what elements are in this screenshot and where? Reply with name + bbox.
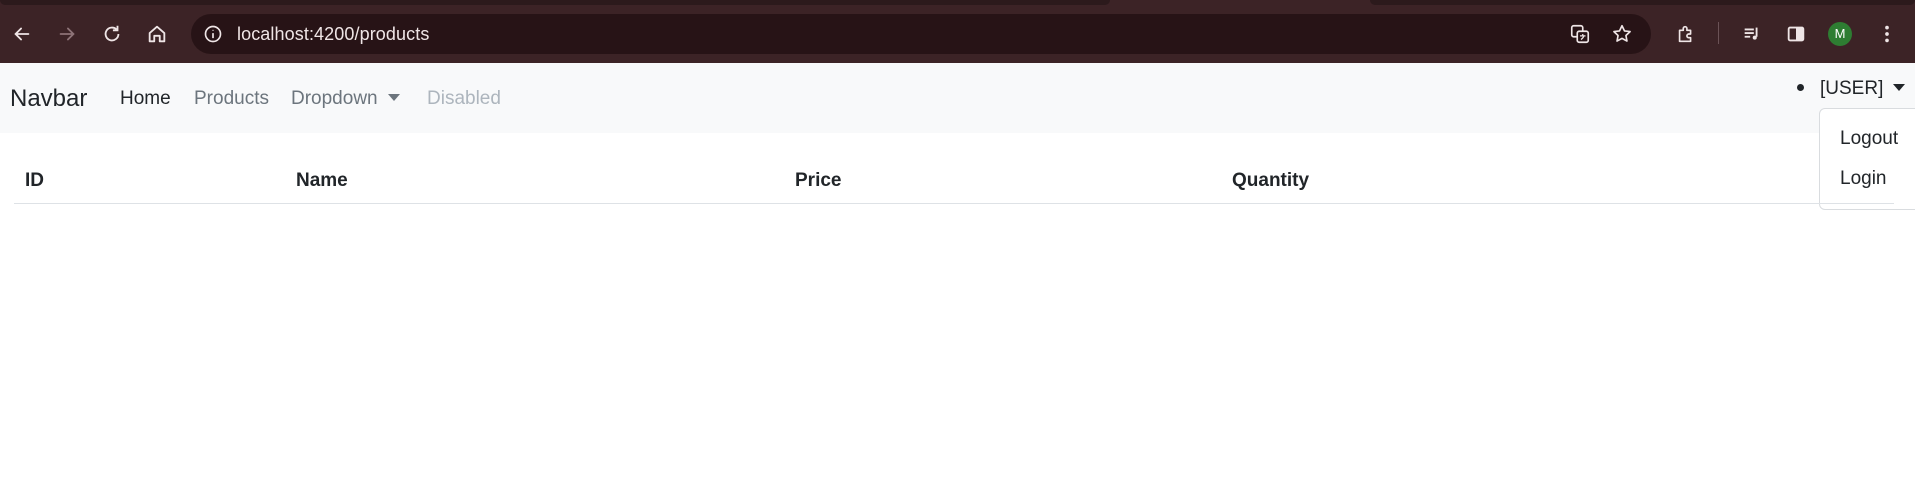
tab-strip-right [1370,0,1915,5]
reload-button[interactable] [95,17,129,51]
home-button[interactable] [140,17,174,51]
browser-toolbar: localhost:4200/products M [0,0,1915,63]
nav-link-products[interactable]: Products [194,88,269,110]
column-header-id: ID [25,170,44,191]
profile-avatar[interactable]: M [1828,22,1852,46]
side-panel-button[interactable] [1779,17,1813,51]
user-dropdown-toggle[interactable]: [USER] [1820,78,1906,100]
reload-icon [104,25,120,42]
column-header-name: Name [296,170,348,191]
logout-menu-item[interactable]: Logout [1840,128,1898,150]
puzzle-icon [1678,25,1692,43]
user-dropdown-menu: Logout Login [1819,108,1915,210]
forward-button[interactable] [50,17,84,51]
column-header-quantity: Quantity [1232,170,1310,191]
forward-arrow-icon [59,27,75,41]
nav-link-home[interactable]: Home [120,88,171,110]
nav-dropdown-label: Dropdown [291,88,378,109]
caret-down-icon [1893,84,1906,91]
caret-down-icon [387,94,400,101]
home-icon [148,25,166,43]
back-button[interactable] [5,17,39,51]
column-header-price: Price [795,170,842,191]
site-info-icon[interactable] [203,24,223,44]
media-control-button[interactable] [1735,17,1769,51]
list-bullet [1797,84,1804,91]
address-bar[interactable]: localhost:4200/products [191,14,1651,54]
toolbar-divider [1718,22,1719,44]
extensions-button[interactable] [1669,17,1703,51]
table-header-divider [14,203,1894,204]
bookmark-star-icon[interactable] [1611,23,1633,45]
url-text[interactable]: localhost:4200/products [237,24,429,45]
side-panel-icon [1787,26,1805,42]
media-queue-icon [1744,27,1758,40]
translate-icon[interactable] [1569,23,1591,45]
app-navbar: Navbar Home Products Dropdown Disabled [… [0,63,1915,133]
kebab-menu-icon [1885,25,1889,43]
navbar-brand[interactable]: Navbar [10,85,87,113]
login-menu-item[interactable]: Login [1840,168,1887,190]
nav-dropdown-toggle[interactable]: Dropdown [291,88,400,110]
tab-strip [0,0,1110,5]
nav-link-disabled: Disabled [427,88,501,109]
user-label: [USER] [1820,78,1884,99]
back-arrow-icon [14,27,30,41]
browser-menu-button[interactable] [1870,17,1904,51]
